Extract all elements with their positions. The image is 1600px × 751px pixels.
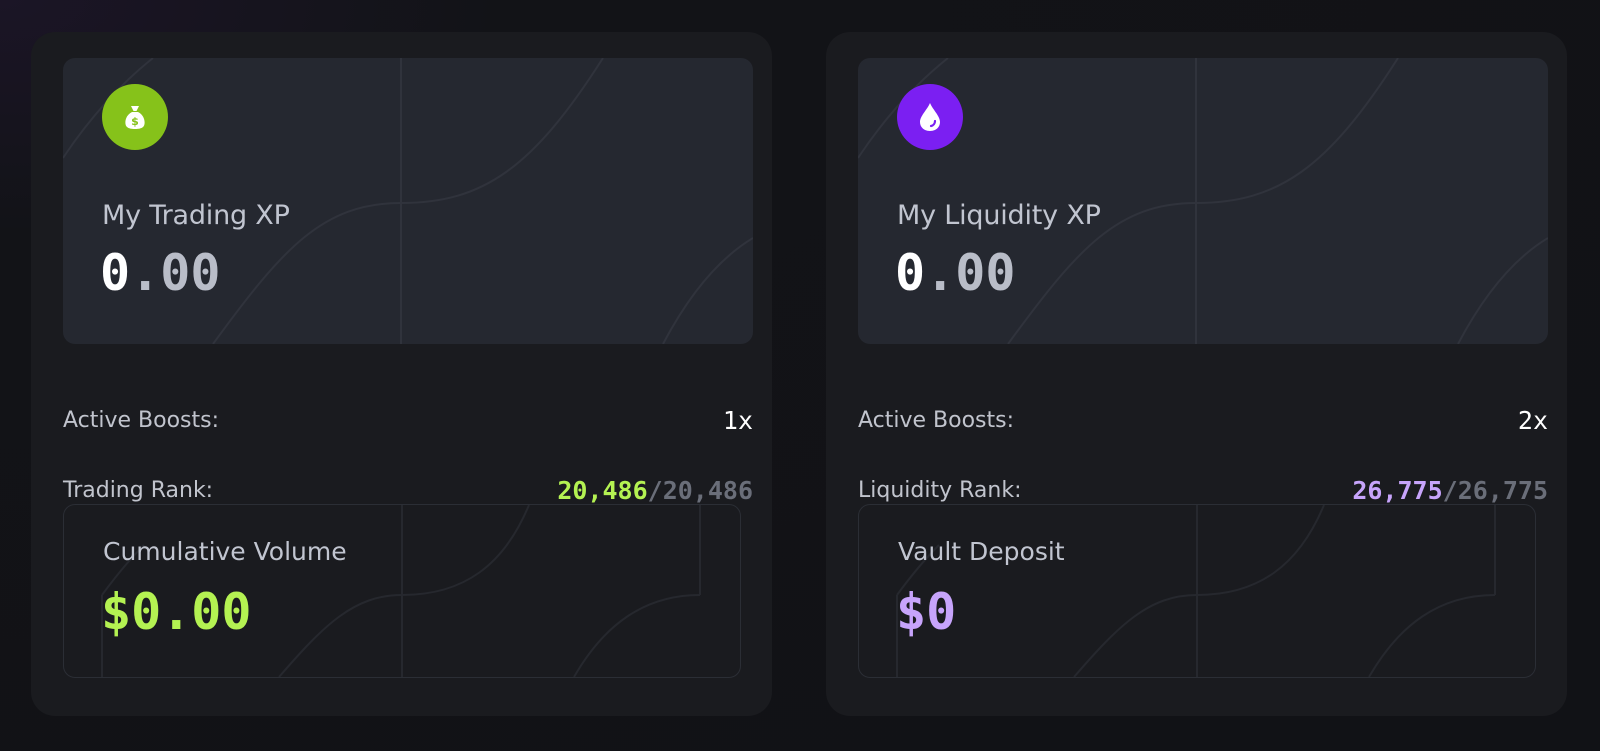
- trading-rank-current: 20,486: [557, 476, 648, 505]
- vault-deposit-label: Vault Deposit: [898, 537, 1065, 566]
- money-bag-icon: $: [102, 84, 168, 150]
- svg-text:$: $: [131, 115, 139, 128]
- liquidity-boosts-label: Active Boosts:: [858, 408, 1015, 433]
- trading-rank-label: Trading Rank:: [63, 478, 214, 503]
- liquidity-rank-value: 26,775/26,775: [1352, 476, 1548, 505]
- liquidity-xp-card: My Liquidity XP 0.00 Active Boosts: 2x L…: [826, 32, 1567, 716]
- liquidity-xp-title: My Liquidity XP: [897, 200, 1101, 231]
- droplet-icon: [897, 84, 963, 150]
- liquidity-boosts-value: 2x: [1517, 406, 1548, 435]
- liquidity-xp-panel: My Liquidity XP 0.00: [858, 58, 1548, 344]
- vault-deposit-panel: Vault Deposit $0: [858, 504, 1536, 678]
- trading-xp-value: 0.00: [100, 244, 220, 302]
- trading-boosts-label: Active Boosts:: [63, 408, 220, 433]
- trading-rank-row: Trading Rank: 20,486/20,486: [63, 476, 753, 505]
- liquidity-boosts-row: Active Boosts: 2x: [858, 406, 1548, 435]
- cumulative-volume-panel: Cumulative Volume $0.00: [63, 504, 741, 678]
- liquidity-rank-row: Liquidity Rank: 26,775/26,775: [858, 476, 1548, 505]
- trading-rank-value: 20,486/20,486: [557, 476, 753, 505]
- rank-separator: /: [1442, 476, 1458, 505]
- cumulative-volume-value: $0.00: [101, 583, 252, 641]
- trading-rank-total: 20,486: [662, 476, 753, 505]
- liquidity-xp-value: 0.00: [895, 244, 1015, 302]
- trading-boosts-value: 1x: [722, 406, 753, 435]
- rank-separator: /: [647, 476, 663, 505]
- trading-xp-fraction: .00: [130, 244, 221, 302]
- liquidity-rank-current: 26,775: [1352, 476, 1443, 505]
- liquidity-rank-label: Liquidity Rank:: [858, 478, 1022, 503]
- cumulative-volume-label: Cumulative Volume: [103, 537, 347, 566]
- trading-xp-integer: 0: [100, 244, 131, 302]
- trading-xp-card: $ My Trading XP 0.00 Active Boosts: 1x T…: [31, 32, 772, 716]
- vault-deposit-value: $0: [896, 583, 957, 641]
- trading-xp-title: My Trading XP: [102, 200, 290, 231]
- liquidity-xp-fraction: .00: [925, 244, 1016, 302]
- trading-boosts-row: Active Boosts: 1x: [63, 406, 753, 435]
- trading-xp-panel: $ My Trading XP 0.00: [63, 58, 753, 344]
- liquidity-rank-total: 26,775: [1457, 476, 1548, 505]
- liquidity-xp-integer: 0: [895, 244, 926, 302]
- background-pattern: [896, 505, 1496, 677]
